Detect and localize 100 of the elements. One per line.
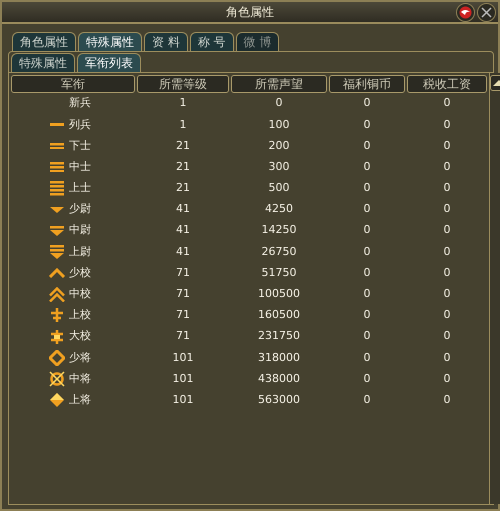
table-cell: 0 — [444, 392, 450, 406]
rank-name: 大校 — [69, 328, 91, 344]
table-cell: 101 — [172, 372, 194, 385]
table-cell: 0 — [364, 266, 370, 279]
chevron-up-icon — [49, 268, 65, 278]
rank-name: 少将 — [69, 350, 91, 366]
table-cell: 160500 — [258, 308, 300, 322]
table-cell: 1 — [180, 96, 186, 110]
table-cell: 21 — [176, 160, 190, 173]
table-cell: 200 — [268, 138, 290, 152]
table-cell: 71 — [176, 287, 190, 300]
table-cell: 0 — [444, 308, 450, 322]
chevron-down-icon — [50, 244, 64, 259]
close-button[interactable] — [477, 3, 496, 22]
table-cell: 0 — [364, 244, 370, 258]
table-cell: 41 — [176, 244, 190, 258]
table-cell: 0 — [364, 392, 370, 406]
table-cell: 0 — [364, 181, 370, 194]
rank-name: 中尉 — [69, 222, 91, 238]
rank-name: 列兵 — [69, 116, 91, 133]
rank-name: 下士 — [69, 138, 91, 154]
column-header[interactable]: 福利铜币 — [329, 75, 405, 93]
column-header[interactable]: 所需声望 — [231, 75, 327, 93]
table-cell: 0 — [444, 287, 450, 300]
tab[interactable]: 特殊属性 — [11, 53, 75, 72]
stripe-icon — [50, 123, 64, 126]
table-cell: 0 — [444, 266, 450, 279]
window-title: 角色属性 — [226, 4, 274, 21]
table-cell: 0 — [364, 160, 370, 173]
table-cell: 100500 — [258, 287, 300, 300]
rank-name: 上尉 — [69, 244, 91, 260]
table-cell: 21 — [176, 181, 190, 194]
rank-name: 上校 — [69, 307, 91, 324]
cross-icon — [50, 308, 64, 322]
table-cell: 0 — [444, 223, 450, 236]
table-cell: 0 — [364, 308, 370, 322]
tab[interactable]: 角色属性 — [12, 32, 76, 51]
rank-name: 中将 — [69, 370, 91, 387]
column-header[interactable]: 军衔 — [11, 75, 135, 93]
table-cell: 563000 — [258, 392, 300, 406]
table-cell: 41 — [176, 223, 190, 236]
table-cell: 0 — [444, 138, 450, 152]
ring-icon — [49, 371, 65, 388]
table-cell: 231750 — [258, 329, 300, 342]
table-cell: 0 — [444, 160, 450, 173]
table-cell: 0 — [364, 118, 370, 131]
tab[interactable]: 称 号 — [190, 32, 234, 51]
tab[interactable]: 特殊属性 — [78, 32, 142, 51]
table-cell: 26750 — [262, 244, 296, 258]
swirl-icon — [459, 6, 472, 19]
tab[interactable]: 军衔列表 — [77, 53, 141, 72]
table-cell: 101 — [172, 350, 194, 364]
table-cell: 0 — [364, 372, 370, 385]
close-icon — [481, 7, 492, 18]
table-cell: 0 — [276, 96, 282, 110]
cross-icon — [50, 330, 64, 344]
table-cell: 500 — [268, 181, 290, 194]
table-cell: 4250 — [265, 202, 293, 216]
table-cell: 0 — [444, 244, 450, 258]
table-cell: 71 — [176, 266, 190, 279]
table-cell: 0 — [364, 350, 370, 364]
table-cell: 0 — [444, 350, 450, 364]
diamond-icon — [49, 350, 65, 366]
rank-name: 少尉 — [69, 201, 91, 218]
column-header[interactable]: 税收工资 — [407, 75, 487, 93]
table-cell: 71 — [176, 308, 190, 322]
table-cell: 0 — [364, 96, 370, 110]
rank-name: 上将 — [69, 392, 91, 408]
table-cell: 0 — [364, 138, 370, 152]
rank-name: 新兵 — [69, 95, 91, 112]
table-cell: 100 — [268, 118, 290, 131]
rank-name: 中士 — [69, 158, 91, 175]
swirl-button[interactable] — [456, 3, 475, 22]
rank-name: 中校 — [69, 286, 91, 302]
table-cell: 71 — [176, 329, 190, 342]
rank-name: 少校 — [69, 264, 91, 281]
table-cell: 14250 — [262, 223, 296, 236]
table-cell: 0 — [444, 372, 450, 385]
table-cell: 21 — [176, 138, 190, 152]
table-cell: 0 — [444, 96, 450, 110]
table-cell: 41 — [176, 202, 190, 216]
table-cell: 0 — [364, 202, 370, 216]
chevron-up-icon — [49, 286, 65, 302]
table-cell: 0 — [444, 202, 450, 216]
table-cell: 101 — [172, 392, 194, 406]
column-header[interactable]: 所需等级 — [137, 75, 229, 93]
table-cell: 0 — [364, 329, 370, 342]
stripes-icon — [50, 142, 64, 150]
tab[interactable]: 资 料 — [144, 32, 188, 51]
rank-name: 上士 — [69, 180, 91, 196]
table-cell: 318000 — [258, 350, 300, 364]
chevron-down-icon — [50, 226, 64, 236]
stripes-icon — [50, 181, 64, 196]
table-cell: 300 — [268, 160, 290, 173]
table-cell: 0 — [364, 287, 370, 300]
table-cell: 0 — [364, 223, 370, 236]
chevron-down-icon — [50, 206, 64, 213]
diamond-icon — [50, 393, 64, 408]
table-cell: 1 — [180, 118, 186, 131]
table-cell: 0 — [444, 329, 450, 342]
